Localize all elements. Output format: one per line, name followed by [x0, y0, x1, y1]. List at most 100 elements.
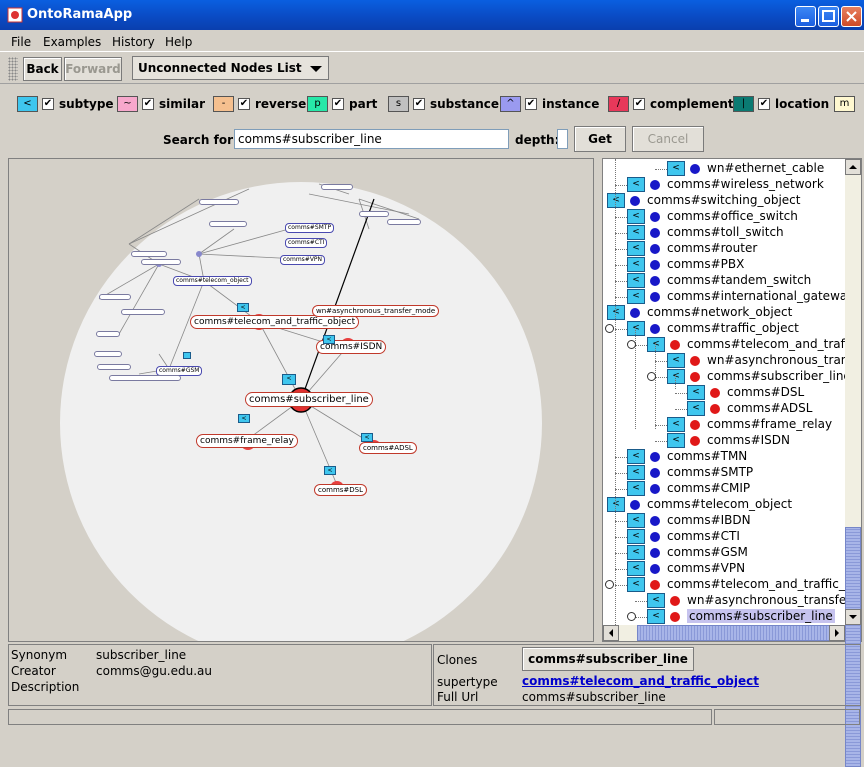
search-input[interactable]	[234, 129, 509, 149]
tree-connector	[655, 425, 667, 426]
distant-node[interactable]	[209, 221, 247, 227]
close-button[interactable]	[841, 6, 862, 27]
graph-node[interactable]: comms#telecom_object	[173, 276, 252, 286]
distant-node[interactable]	[387, 219, 421, 225]
concept-node-icon	[650, 484, 660, 494]
graph-node-focus[interactable]: comms#subscriber_line	[245, 392, 373, 407]
subtype-marker	[183, 352, 191, 359]
tree-node-label: comms#subscriber_line	[687, 609, 835, 623]
distant-node[interactable]	[199, 199, 239, 205]
view-select-value: Unconnected Nodes List	[138, 61, 302, 75]
distant-node[interactable]	[359, 211, 389, 217]
ontology-tree[interactable]: < wn#ethernet_cable < comms#wireless_networ…	[602, 158, 862, 642]
graph-node[interactable]: comms#frame_relay	[196, 434, 298, 448]
cancel-button[interactable]: Cancel	[632, 126, 704, 152]
menu-help[interactable]: Help	[165, 35, 192, 49]
legend-checkbox[interactable]: ✔	[142, 98, 154, 110]
subtype-icon: <	[627, 529, 645, 544]
scroll-down-button[interactable]	[845, 609, 861, 625]
subtype-marker: <	[324, 466, 336, 475]
graph-node[interactable]: comms#DSL	[314, 484, 368, 496]
distant-node[interactable]	[141, 259, 181, 265]
subtype-marker: <	[238, 414, 250, 423]
concept-node-icon	[650, 228, 660, 238]
legend-swatch: -	[213, 96, 234, 112]
supertype-link[interactable]: comms#telecom_and_traffic_object	[522, 674, 759, 688]
tree-connector	[615, 457, 627, 458]
get-button[interactable]: Get	[574, 126, 626, 152]
subtype-icon: <	[627, 577, 645, 592]
legend-checkbox[interactable]: ✔	[525, 98, 537, 110]
forward-button[interactable]: Forward	[64, 57, 122, 81]
graph-node[interactable]: comms#SMTP	[285, 223, 335, 233]
menu-examples[interactable]: Examples	[43, 35, 101, 49]
back-button[interactable]: Back	[23, 57, 62, 81]
scroll-right-button[interactable]	[829, 625, 845, 641]
graph-node[interactable]: comms#VPN	[280, 255, 326, 265]
distant-node[interactable]	[99, 294, 131, 300]
subtype-icon: <	[627, 561, 645, 576]
fullurl-value: comms#subscriber_line	[522, 690, 666, 704]
tree-connector	[615, 329, 627, 330]
expand-toggle-icon[interactable]	[647, 372, 656, 381]
expand-toggle-icon[interactable]	[627, 340, 636, 349]
tree-connector	[615, 281, 627, 282]
distant-node[interactable]	[131, 251, 167, 257]
clone-button[interactable]: comms#subscriber_line	[522, 647, 694, 671]
close-icon	[846, 11, 857, 22]
concept-node-icon	[690, 164, 700, 174]
distant-node[interactable]	[94, 351, 122, 357]
tree-node-label: comms#IBDN	[667, 513, 751, 527]
tree-node-label: comms#network_object	[647, 305, 793, 319]
graph-node[interactable]: comms#CTI	[285, 238, 328, 248]
subtype-icon: <	[687, 401, 705, 416]
legend-checkbox[interactable]: ✔	[42, 98, 54, 110]
expand-toggle-icon[interactable]	[605, 580, 614, 589]
concept-node-icon	[650, 244, 660, 254]
legend-checkbox[interactable]: ✔	[758, 98, 770, 110]
legend-checkbox[interactable]: ✔	[413, 98, 425, 110]
synonym-value: subscriber_line	[96, 648, 187, 662]
concept-node-icon	[630, 500, 640, 510]
scroll-thumb[interactable]	[637, 625, 837, 641]
distant-node[interactable]	[97, 364, 131, 370]
app-icon	[7, 7, 23, 23]
tree-node-label: comms#ADSL	[727, 401, 813, 415]
legend-swatch: ~	[117, 96, 138, 112]
legend-checkbox[interactable]: ✔	[633, 98, 645, 110]
legend-checkbox[interactable]: ✔	[332, 98, 344, 110]
menu-history[interactable]: History	[112, 35, 155, 49]
expand-toggle-icon[interactable]	[627, 612, 636, 621]
distant-node[interactable]	[121, 309, 165, 315]
legend-label: subtype	[59, 97, 114, 111]
menu-file[interactable]: File	[11, 35, 31, 49]
distant-node[interactable]	[321, 184, 353, 190]
view-select[interactable]: Unconnected Nodes List	[132, 56, 329, 80]
tree-connector	[615, 265, 627, 266]
subtype-icon: <	[627, 177, 645, 192]
graph-node[interactable]: comms#ADSL	[359, 442, 417, 454]
tree-vertical-scrollbar[interactable]	[845, 159, 861, 767]
hyperbolic-graph-view[interactable]: comms#subscriber_line comms#telecom_and_…	[8, 158, 594, 642]
tree-connector	[615, 537, 627, 538]
distant-node[interactable]	[96, 331, 120, 337]
maximize-button[interactable]	[818, 6, 839, 27]
tree-node-label: comms#PBX	[667, 257, 745, 271]
concept-node-icon	[650, 212, 660, 222]
tree-node-label: comms#traffic_object	[667, 321, 799, 335]
distant-node[interactable]	[109, 375, 181, 381]
legend-checkbox[interactable]: ✔	[238, 98, 250, 110]
clone-node-icon	[710, 404, 720, 414]
depth-input[interactable]	[557, 129, 568, 149]
minimize-button[interactable]	[795, 6, 816, 27]
clone-node-icon	[690, 420, 700, 430]
expand-toggle-icon[interactable]	[605, 324, 614, 333]
toolbar-grip[interactable]	[8, 57, 18, 81]
scroll-left-button[interactable]	[603, 625, 619, 641]
clones-label: Clones	[437, 653, 478, 667]
graph-node[interactable]: comms#telecom_and_traffic_object	[190, 315, 360, 329]
subtype-icon: <	[607, 305, 625, 320]
graph-node[interactable]: wn#asynchronous_transfer_mode	[312, 305, 440, 317]
tree-horizontal-scrollbar[interactable]	[603, 625, 845, 641]
scroll-up-button[interactable]	[845, 159, 861, 175]
